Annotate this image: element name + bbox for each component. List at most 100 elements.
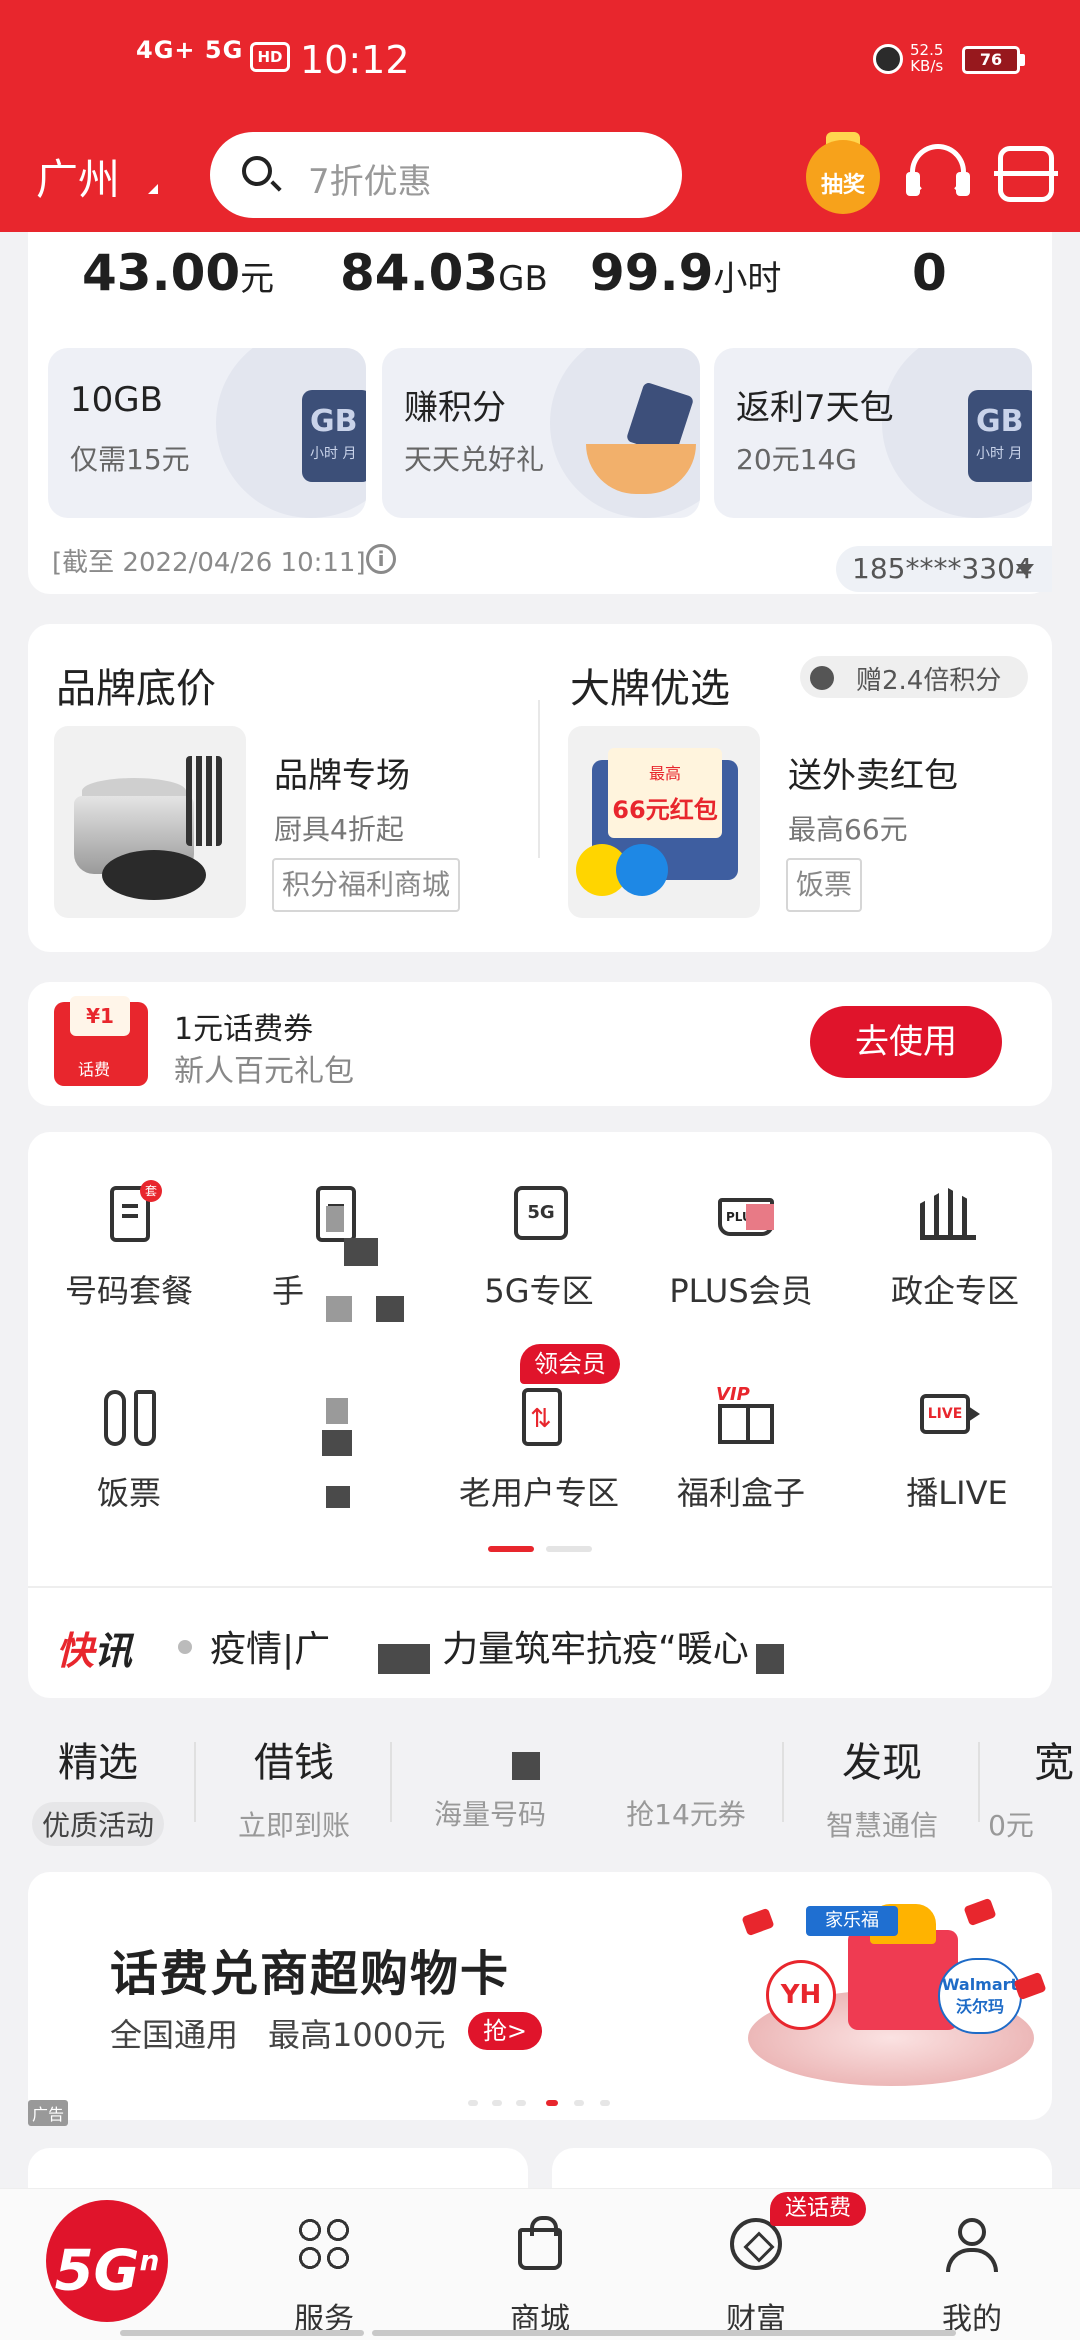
profile-icon (944, 2216, 1000, 2272)
cookware-image[interactable] (54, 726, 246, 918)
banner-dot (600, 2100, 610, 2106)
red-packet-image[interactable]: 最高 66元红包 (568, 726, 760, 918)
signal-indicator: 4G+ 5G (136, 36, 244, 64)
live-icon[interactable]: LIVE (916, 1384, 980, 1448)
data-pack-icon: GB 小时 月 (968, 390, 1032, 482)
blur-patch (326, 1296, 352, 1322)
plus-card-icon[interactable]: PLU (712, 1182, 776, 1246)
nav-services[interactable]: 服务 (254, 2216, 394, 2338)
5g-home-logo[interactable]: 5Gn (46, 2200, 168, 2322)
battery-icon: 76 (962, 46, 1020, 74)
ad-label: 广告 (28, 2100, 69, 2126)
grab-button[interactable]: 抢> (468, 2012, 542, 2050)
news-bullet (178, 1640, 192, 1654)
shopping-bag-icon (512, 2216, 568, 2272)
member-badge[interactable]: 领会员 (520, 1344, 620, 1384)
blur-patch (322, 1430, 352, 1456)
grid-label-plans[interactable]: 号码套餐 (26, 1266, 232, 1312)
pan (102, 850, 206, 900)
use-coupon-button[interactable]: 去使用 (810, 1006, 1002, 1078)
grid-label-enterprise[interactable]: 政企专区 (858, 1266, 1052, 1312)
blur-patch (326, 1398, 348, 1424)
promo-title: 10GB (70, 380, 163, 420)
tab-featured[interactable]: 精选 优质活动 (0, 1730, 196, 1846)
brand-heading-left: 品牌底价 (56, 666, 216, 712)
envelope-card: 最高 66元红包 (608, 748, 722, 838)
balance-data[interactable]: 84.03GB (340, 244, 548, 302)
grid-label-meal[interactable]: 饭票 (26, 1468, 232, 1514)
city-selector[interactable]: 广州 (36, 146, 120, 207)
bank-icon[interactable] (916, 1182, 980, 1246)
product-tag[interactable]: 积分福利商城 (272, 858, 461, 912)
free-fee-badge[interactable]: 送话费 (770, 2192, 866, 2226)
tab-numbers[interactable]: 海量号码 (392, 1730, 588, 1835)
balance-voice[interactable]: 99.9小时 (590, 244, 781, 302)
tab-discover[interactable]: 发现 智慧通信 (784, 1730, 980, 1846)
banner-dot-active (546, 2100, 558, 2106)
lottery-button[interactable]: 抽奖 (806, 140, 880, 214)
blur-patch (376, 1296, 404, 1322)
network-speed: 52.5 KB/s (910, 41, 944, 75)
product-title[interactable]: 品牌专场 (274, 748, 410, 797)
utensils (186, 756, 222, 846)
coupon-amount: ¥1 (70, 996, 130, 1036)
nav-profile[interactable]: 我的 (902, 2216, 1042, 2338)
banner-subtitle: 全国通用 最高1000元 (110, 2016, 446, 2054)
grid-label-plus[interactable]: PLUS会员 (638, 1266, 844, 1312)
services-icon (296, 2216, 352, 2272)
page-indicator-active (488, 1546, 534, 1552)
phone-number: 185****3304 (852, 552, 1033, 585)
search-input[interactable] (210, 132, 682, 218)
balance-fee[interactable]: 43.00元 (82, 244, 274, 302)
phone-plan-icon[interactable]: 套 (98, 1180, 162, 1246)
banner-dot (468, 2100, 478, 2106)
page-indicator (546, 1546, 592, 1552)
caret-down-icon (1016, 564, 1034, 575)
news-headline[interactable]: 疫情|广 力量筑牢抗疫“暖心 (210, 1620, 749, 1672)
blur-patch (756, 1644, 784, 1674)
info-icon[interactable]: i (366, 544, 396, 574)
balance-points[interactable]: 0 (912, 244, 947, 302)
coupon-title: 1元话费券 (174, 1012, 314, 1047)
nav-mall[interactable]: 商城 (470, 2216, 610, 2338)
nav-wealth[interactable]: 财富 (686, 2216, 826, 2338)
promo-card-10gb[interactable]: 10GB 仅需15元 GB 小时 月 (48, 348, 366, 518)
grid-label-old-users[interactable]: 老用户专区 (436, 1468, 642, 1514)
bonus-points-text: 赠2.4倍积分 (856, 666, 1002, 696)
grid-label-live[interactable]: 播LIVE (862, 1468, 1052, 1514)
hd-voice-icon: HD (250, 42, 290, 72)
battery-tip (1020, 54, 1025, 66)
tab-coupons[interactable]: 抢14元券 (588, 1730, 784, 1835)
banner-title: 话费兑商超购物卡 (110, 1946, 511, 2002)
fork-knife-icon[interactable] (98, 1384, 162, 1448)
promo-card-rebate[interactable]: 返利7天包 20元14G GB 小时 月 (714, 348, 1032, 518)
banner-dot (516, 2100, 526, 2106)
tab-loan[interactable]: 借钱 立即到账 (196, 1730, 392, 1846)
coupon-icon-sub: 话费 (78, 1060, 111, 1079)
headset-ear-right (956, 172, 970, 196)
tab-broadband[interactable]: 宽 0元 (982, 1730, 1080, 1846)
points-icon (810, 666, 834, 690)
divider (538, 700, 540, 858)
tab-separator (978, 1742, 980, 1822)
walmart-logo: Walmart 沃尔玛 (938, 1958, 1022, 2034)
yonghui-logo: YH (766, 1960, 836, 2030)
gesture-bar (372, 2330, 956, 2336)
phone-arrows-icon[interactable] (508, 1384, 572, 1448)
promo-card-points[interactable]: 赚积分 天天兑好礼 (382, 348, 700, 518)
promo-subtitle: 20元14G (736, 443, 857, 476)
5g-icon[interactable]: 5G (508, 1182, 572, 1246)
grid-label-welfare[interactable]: 福利盒子 (638, 1468, 844, 1514)
carrefour-logo: 家乐福 (806, 1906, 898, 1936)
alarm-icon (873, 44, 903, 74)
grid-label-5g[interactable]: 5G专区 (436, 1266, 642, 1312)
promo-title: 赚积分 (404, 388, 506, 428)
scan-line (994, 171, 1058, 176)
city-caret-icon[interactable] (148, 184, 158, 194)
product-title[interactable]: 送外卖红包 (788, 748, 958, 797)
product-tag[interactable]: 饭票 (786, 858, 863, 912)
blur-patch (326, 1486, 350, 1508)
gift-box-icon[interactable]: VIP (712, 1384, 776, 1448)
divider (28, 1586, 1052, 1588)
promo-title: 返利7天包 (736, 388, 894, 428)
